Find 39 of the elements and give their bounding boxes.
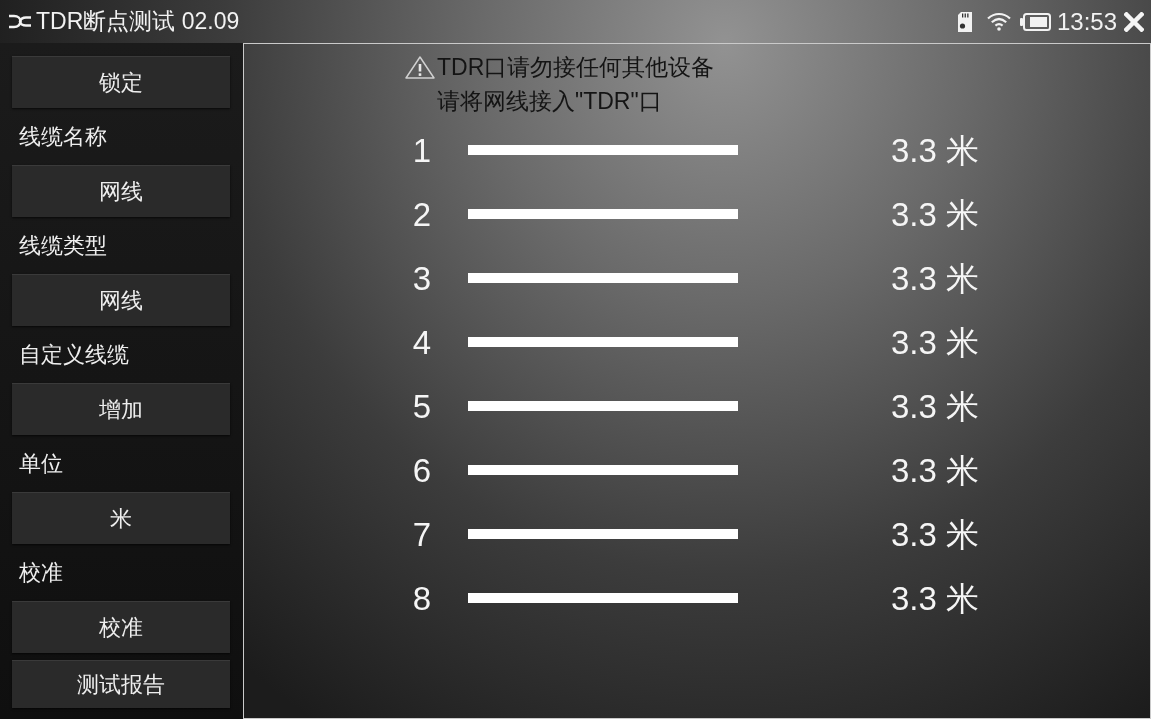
sd-card-icon <box>957 11 972 32</box>
sidebar-button[interactable]: 网线 <box>12 274 230 326</box>
pair-number: 7 <box>411 517 433 551</box>
length-reading: 3.3 米 <box>891 197 980 231</box>
length-reading: 3.3 米 <box>891 581 980 615</box>
sidebar-button[interactable]: 米 <box>12 492 230 544</box>
section-label: 线缆名称 <box>19 123 107 151</box>
section-label: 单位 <box>19 450 63 478</box>
sidebar-button[interactable]: 校准 <box>12 601 230 653</box>
wifi-icon <box>986 12 1011 31</box>
length-reading: 3.3 米 <box>891 453 980 487</box>
pair-number: 8 <box>411 581 433 615</box>
length-reading: 3.3 米 <box>891 325 980 359</box>
length-reading: 3.3 米 <box>891 133 980 167</box>
section-label: 自定义线缆 <box>19 341 129 369</box>
close-button[interactable] <box>1123 10 1145 33</box>
pair-number: 3 <box>411 261 433 295</box>
sidebar-button[interactable]: 网线 <box>12 165 230 217</box>
close-icon <box>1124 11 1144 32</box>
section-label: 校准 <box>19 559 63 587</box>
section-label: 线缆类型 <box>19 232 107 260</box>
window-title: TDR断点测试 02.09 <box>36 7 240 37</box>
crossed-lines-icon <box>8 14 32 29</box>
sidebar-button[interactable]: 锁定 <box>12 56 230 108</box>
length-reading: 3.3 米 <box>891 261 980 295</box>
pair-number: 5 <box>411 389 433 423</box>
sidebar-button[interactable]: 测试报告 <box>12 660 230 708</box>
warning-icon <box>405 55 435 79</box>
warning-text: TDR口请勿接任何其他设备 <box>437 52 715 82</box>
length-reading: 3.3 米 <box>891 517 980 551</box>
pair-number: 6 <box>411 453 433 487</box>
pair-number: 4 <box>411 325 433 359</box>
instruction-text: 请将网线接入"TDR"口 <box>437 86 662 116</box>
battery-icon <box>1019 12 1051 31</box>
length-reading: 3.3 米 <box>891 389 980 423</box>
pair-number: 1 <box>411 133 433 167</box>
clock-time: 13:53 <box>1056 6 1117 37</box>
sidebar-button[interactable]: 增加 <box>12 383 230 435</box>
pair-number: 2 <box>411 197 433 231</box>
